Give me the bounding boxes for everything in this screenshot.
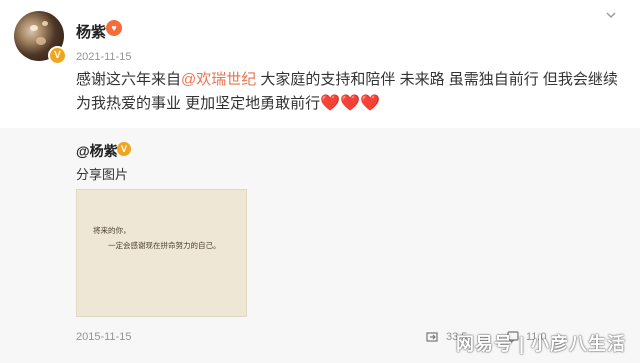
repost-author[interactable]: @杨紫 <box>76 141 118 161</box>
post-date[interactable]: 2021-11-15 <box>76 51 131 63</box>
repost-date[interactable]: 2015-11-15 <box>76 331 131 343</box>
repost-text: 分享图片 <box>76 167 129 182</box>
author-name[interactable]: 杨紫 <box>76 21 106 42</box>
reposted-weibo[interactable]: @杨紫 V 分享图片 将来的你， 一定会感谢现在拼命努力的自己。 2015-11… <box>0 128 640 363</box>
verified-badge-icon: V <box>48 46 67 65</box>
shared-image[interactable]: 将来的你， 一定会感谢现在拼命努力的自己。 <box>76 189 247 317</box>
heart-emoji-icon: ❤️❤️❤️ <box>320 95 380 112</box>
share-icon[interactable] <box>425 330 439 344</box>
post-content: 感谢这六年来自@欢瑞世纪 大家庭的支持和陪伴 未来路 虽需独自前行 但我会继续为… <box>76 68 621 116</box>
mention-link[interactable]: @欢瑞世纪 <box>181 71 256 88</box>
weibo-post: V 杨紫 ♥ 2021-11-15 感谢这六年来自@欢瑞世纪 大家庭的支持和陪伴… <box>0 0 640 128</box>
image-text-line1: 将来的你， <box>93 226 131 235</box>
heart-eyes-emoji-icon: ♥ <box>106 20 122 36</box>
content-prefix: 感谢这六年来自 <box>76 71 182 88</box>
chevron-down-icon[interactable] <box>604 8 618 22</box>
verified-badge-icon: V <box>117 142 131 156</box>
watermark: 网易号 | 小彦八生活 <box>456 334 627 354</box>
image-text-line2: 一定会感谢现在拼命努力的自己。 <box>108 241 221 250</box>
